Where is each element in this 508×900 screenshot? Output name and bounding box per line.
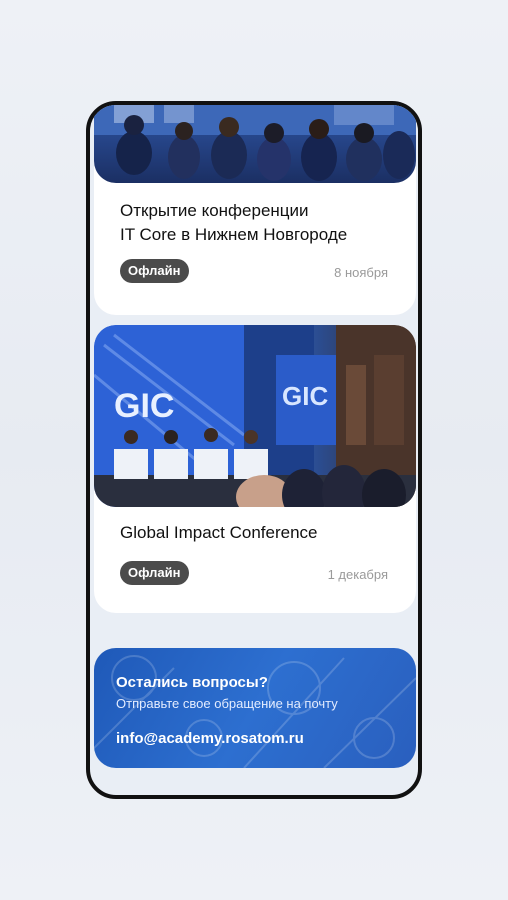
event-card-it-core[interactable]: Открытие конференции IT Core в Нижнем Но… [94,105,416,315]
event-image-audience [94,105,416,183]
svg-text:GIC: GIC [114,387,174,425]
phone-frame: Открытие конференции IT Core в Нижнем Но… [86,101,422,799]
contact-banner[interactable]: Остались вопросы? Отправьте свое обращен… [94,648,416,768]
event-image-panel: GIC GIC [94,325,416,507]
contact-email-link[interactable]: info@academy.rosatom.ru [116,730,304,747]
banner-subtitle: Отправьте свое обращение на почту [116,696,338,711]
event-title[interactable]: Открытие конференции IT Core в Нижнем Но… [120,199,347,247]
format-badge: Офлайн [120,561,189,585]
svg-text:GIC: GIC [282,381,328,411]
event-date: 8 ноября [334,265,388,280]
panel-stage-illustration: GIC GIC [94,325,416,507]
audience-illustration [94,105,416,181]
event-card-global-impact[interactable]: GIC GIC Global Impact Conference Офлайн … [94,325,416,613]
format-badge: Офлайн [120,259,189,283]
event-title[interactable]: Global Impact Conference [120,521,318,545]
event-date: 1 декабря [327,567,388,582]
banner-title: Остались вопросы? [116,674,268,691]
